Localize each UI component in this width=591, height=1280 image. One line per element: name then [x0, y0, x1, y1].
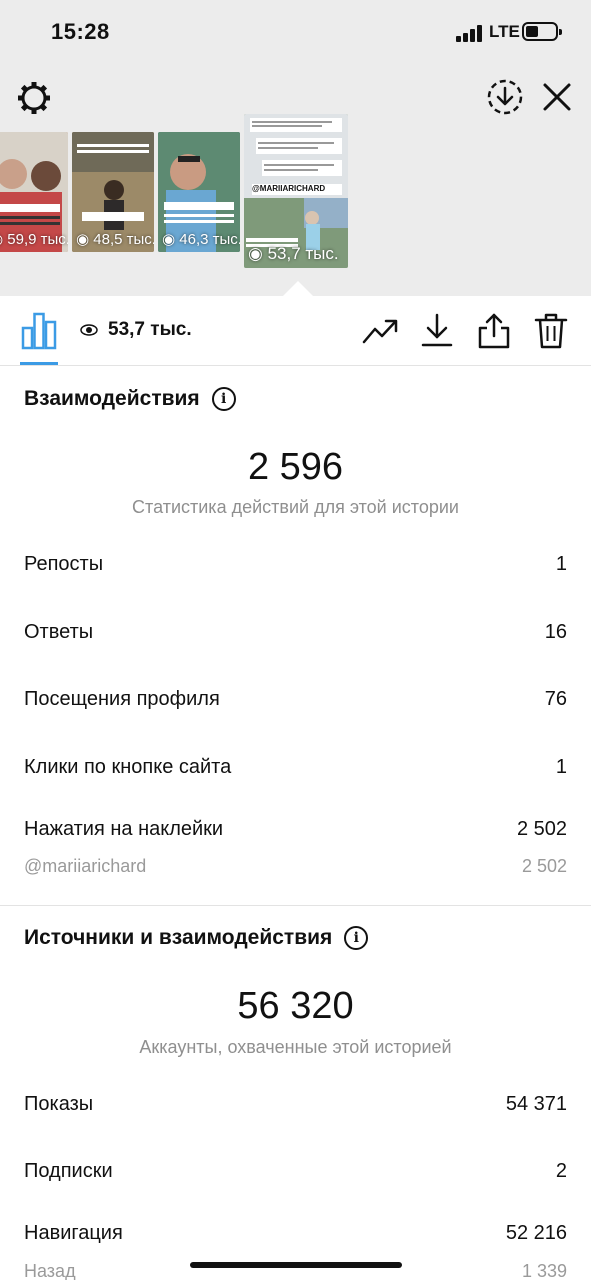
sources-header: Источники и взаимодействия i — [24, 926, 369, 950]
stat-row: Клики по кнопке сайта 1 — [24, 756, 567, 779]
section-title: Источники и взаимодействия — [24, 926, 333, 949]
stat-row: Навигация 52 216 — [24, 1222, 567, 1245]
stat-value: 54 371 — [505, 1093, 567, 1115]
stat-row: Репосты 1 — [24, 553, 567, 576]
thumbnail-views: ◉ 59,9 тыс. — [0, 231, 68, 248]
stat-row: Показы 54 371 — [24, 1093, 567, 1116]
story-thumbnail[interactable]: ◉ 48,5 тыс. — [72, 132, 154, 252]
story-toolbar: 53,7 тыс. — [0, 296, 591, 366]
home-indicator[interactable] — [190, 1262, 402, 1268]
thumbnail-handle: @MARIIARICHARD — [252, 184, 326, 193]
stat-value: 2 — [555, 1160, 567, 1182]
sources-subtitle: Аккаунты, охваченные этой историей — [139, 1037, 452, 1057]
stat-row: Посещения профиля 76 — [24, 688, 567, 711]
stat-label: Показы — [24, 1093, 94, 1115]
story-thumbnail[interactable]: ◉ 46,3 тыс. — [158, 132, 240, 252]
status-bar: 15:28 LTE — [0, 0, 591, 66]
thumbnail-views: ◉ 53,7 тыс. — [248, 244, 339, 263]
signal-icon — [456, 24, 484, 42]
stat-value: 1 — [555, 553, 567, 575]
status-time: 15:28 — [51, 19, 110, 44]
stat-label: Навигация — [24, 1222, 123, 1244]
stat-subrow: @mariiarichard 2 502 — [24, 856, 567, 877]
stat-value: 1 339 — [521, 1261, 567, 1280]
thumbnail-views: ◉ 46,3 тыс. — [162, 231, 240, 248]
interactions-subtitle: Статистика действий для этой истории — [132, 497, 459, 517]
stat-label: Подписки — [24, 1160, 113, 1182]
stat-value: 2 502 — [516, 818, 567, 840]
sources-total: 56 320 — [237, 985, 354, 1027]
stat-value: 2 502 — [521, 856, 567, 876]
info-icon[interactable]: i — [211, 387, 236, 411]
promote-trend-icon[interactable] — [361, 312, 399, 350]
interactions-total: 2 596 — [247, 446, 344, 488]
section-title: Взаимодействия — [24, 387, 200, 410]
stat-row: Нажатия на наклейки 2 502 — [24, 818, 567, 841]
stat-row: Ответы 16 — [24, 621, 567, 644]
stat-label: Посещения профиля — [24, 688, 220, 710]
stat-value: 16 — [544, 621, 567, 643]
network-type: LTE — [489, 22, 520, 41]
thumbnail-views: ◉ 48,5 тыс. — [76, 231, 154, 248]
info-icon[interactable]: i — [344, 926, 369, 950]
battery-icon — [522, 22, 562, 41]
eye-icon — [80, 324, 98, 336]
story-thumbnail[interactable]: ◉ 59,9 тыс. — [0, 132, 68, 252]
stat-label: Ответы — [24, 621, 94, 643]
sticker-handle[interactable]: @mariiarichard — [24, 856, 146, 877]
stat-value: 52 216 — [505, 1222, 567, 1244]
stat-label: Клики по кнопке сайта — [24, 756, 232, 778]
stat-label: Нажатия на наклейки — [24, 818, 224, 840]
trash-icon[interactable] — [532, 312, 570, 350]
insights-chart-icon[interactable] — [20, 310, 58, 350]
active-tab-indicator — [20, 362, 58, 365]
stat-label: Назад — [24, 1261, 76, 1280]
share-icon[interactable] — [475, 312, 513, 350]
download-icon[interactable] — [418, 312, 456, 350]
stat-value: 1 — [555, 756, 567, 778]
interactions-header: Взаимодействия i — [24, 387, 236, 411]
views-count: 53,7 тыс. — [80, 319, 192, 341]
views-count-label: 53,7 тыс. — [108, 319, 192, 340]
stat-label: Репосты — [24, 553, 104, 575]
story-thumbnails: ◉ 59,9 тыс. ◉ 48,5 тыс. — [0, 112, 591, 272]
stories-header: 15:28 LTE 59,9 тыс. ◉ 48,5 тыс. ◉ 46,3 т… — [0, 0, 591, 296]
close-icon[interactable] — [538, 78, 576, 116]
section-divider — [0, 905, 591, 906]
stat-row: Подписки 2 — [24, 1160, 567, 1183]
active-story-pointer — [283, 281, 313, 296]
story-thumbnail-active[interactable]: @MARIIARICHARD ◉ 53,7 тыс. — [244, 114, 348, 268]
stat-value: 76 — [544, 688, 567, 710]
